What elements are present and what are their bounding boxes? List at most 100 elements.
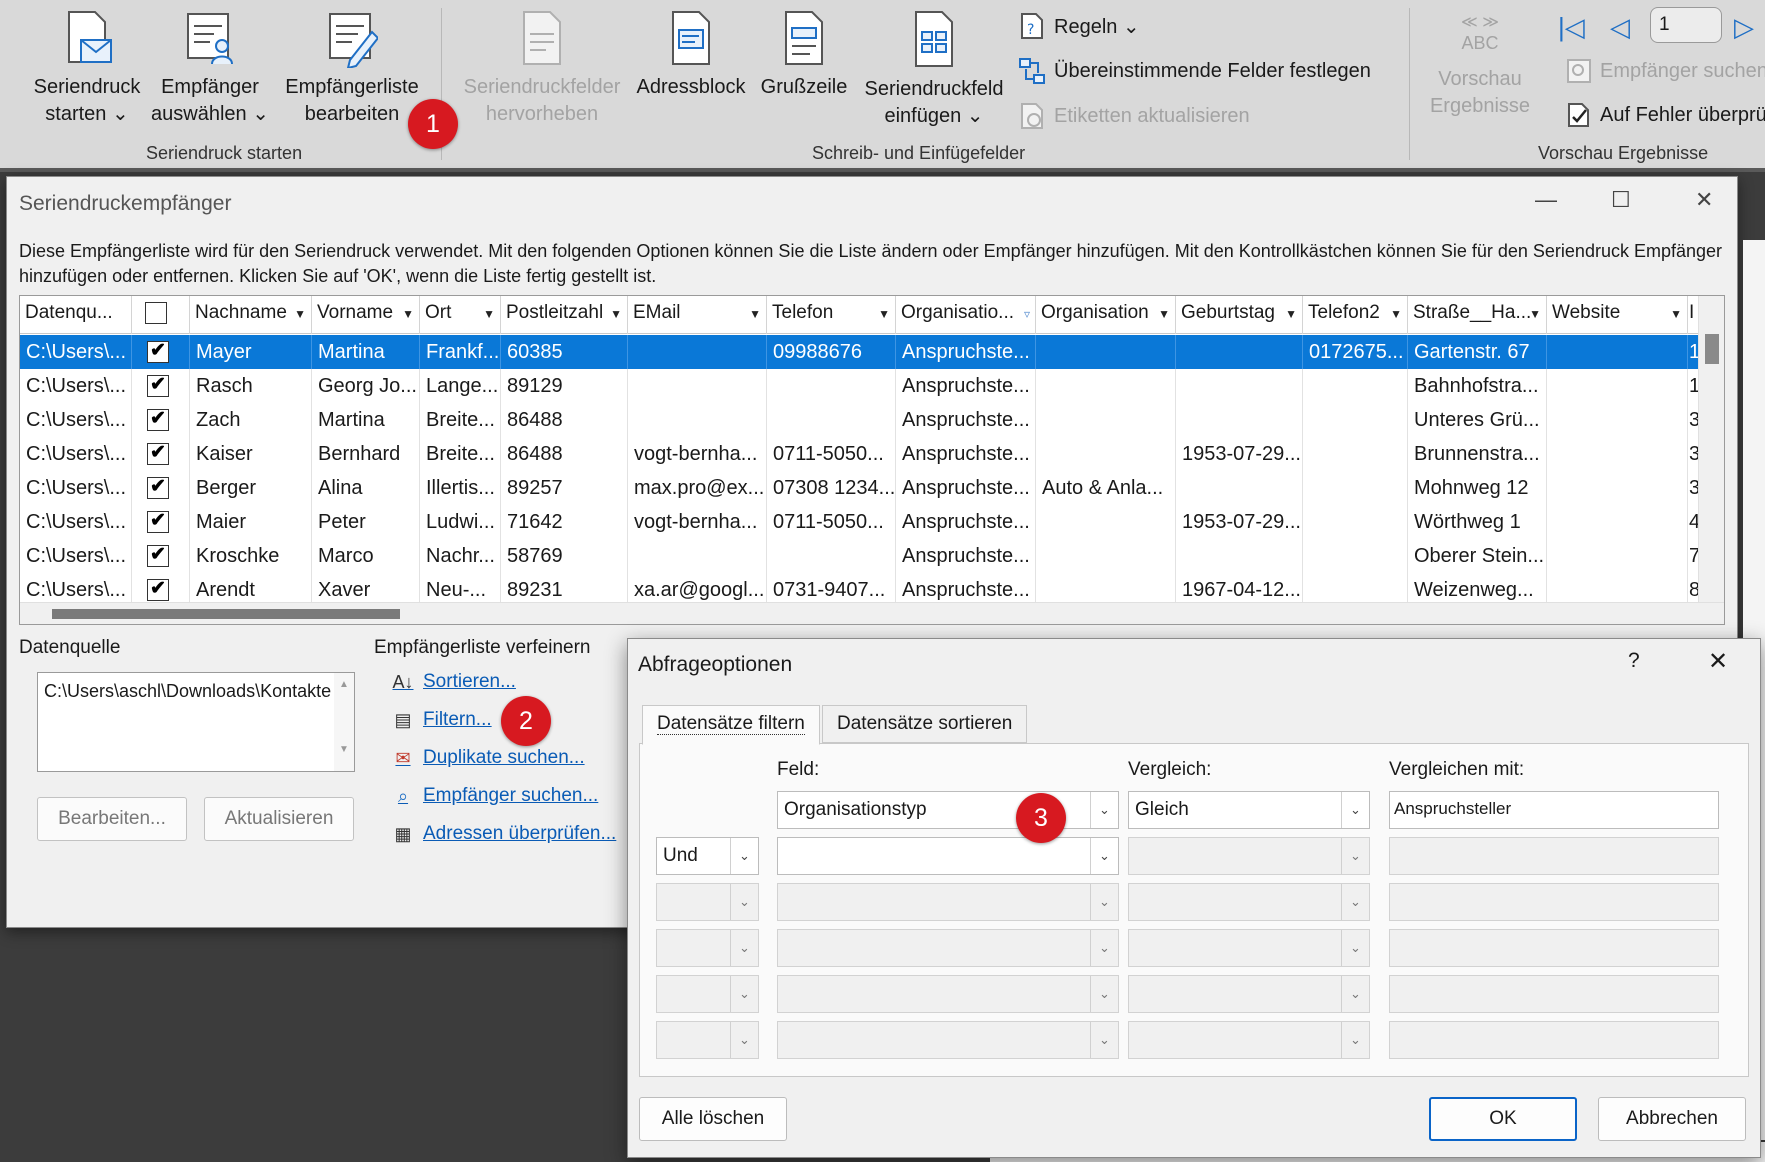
conjunction-select-4[interactable]: ⌄ [656,929,759,967]
check-errors-button[interactable]: Auf Fehler überprü [1566,102,1765,128]
chevron-down-icon[interactable]: ⌄ [1341,1022,1369,1058]
table-row[interactable]: C:\Users\... ✔ Rasch Georg Jo... Lange..… [20,369,1700,403]
edit-recipient-list-button[interactable]: Empfängerliste bearbeiten [276,10,428,128]
cancel-button[interactable]: Abbrechen [1598,1097,1746,1141]
preview-results-button[interactable]: ≪ ≫ ABC Vorschau Ergebnisse [1420,14,1540,120]
compare-select-1[interactable]: Gleich ⌄ [1128,791,1370,829]
ok-button[interactable]: OK [1429,1097,1577,1141]
col-header-vorname[interactable]: Vorname ▼ [312,296,420,334]
conjunction-select-3[interactable]: ⌄ [656,883,759,921]
col-header-email[interactable]: EMail ▼ [628,296,767,334]
query-help-button[interactable]: ? [1628,649,1640,673]
recipient-grid[interactable]: Datenqu... Nachname ▼ Vorname ▼ Ort ▼ Postl… [19,295,1725,625]
compare-select-2[interactable]: ⌄ [1128,837,1370,875]
chevron-down-icon[interactable]: ⌄ [1090,976,1118,1012]
chevron-down-icon[interactable]: ⌄ [730,838,758,874]
row-checkbox[interactable]: ✔ [147,443,169,465]
field-select-6[interactable]: ⌄ [777,1021,1119,1059]
chevron-down-icon[interactable]: ▼ [294,297,306,331]
table-row[interactable]: C:\Users\... ✔ Berger Alina Illertis... … [20,471,1700,505]
compare-select-6[interactable]: ⌄ [1128,1021,1370,1059]
row-checkbox[interactable]: ✔ [147,341,169,363]
refresh-button[interactable]: Aktualisieren [204,797,354,841]
compare-with-input-6[interactable] [1389,1021,1719,1059]
datasource-item[interactable]: C:\Users\aschl\Downloads\Kontakte [44,681,331,701]
greeting-line-button[interactable]: Grußzeile [756,10,852,101]
compare-select-4[interactable]: ⌄ [1128,929,1370,967]
chevron-down-icon[interactable]: ⌄ [730,1022,758,1058]
rules-button[interactable]: ? Regeln ⌄ [1018,12,1140,40]
grid-vertical-scroll-thumb[interactable] [1705,334,1719,364]
record-number-input[interactable]: 1 [1650,7,1722,43]
chevron-down-icon[interactable]: ▼ [1529,297,1541,331]
table-row[interactable]: C:\Users\... ✔ Kroschke Marco Nachr... 5… [20,539,1700,573]
row-checkbox[interactable]: ✔ [147,579,169,601]
col-header-website[interactable]: Website ▼ [1547,296,1688,334]
row-checkbox[interactable]: ✔ [147,511,169,533]
grid-horizontal-scroll-thumb[interactable] [52,609,400,619]
col-header-organisation[interactable]: Organisation ▼ [1036,296,1176,334]
match-fields-button[interactable]: Übereinstimmende Felder festlegen [1018,57,1371,85]
chevron-down-icon[interactable]: ⌄ [730,884,758,920]
chevron-down-icon[interactable]: ▼ [610,297,622,331]
field-select-5[interactable]: ⌄ [777,975,1119,1013]
table-row[interactable]: C:\Users\... ✔ Kaiser Bernhard Breite...… [20,437,1700,471]
row-checkbox[interactable]: ✔ [147,375,169,397]
field-select-1[interactable]: Organisationstyp ⌄ [777,791,1119,829]
table-row[interactable]: C:\Users\... ✔ Mayer Martina Frankf... 6… [20,335,1700,369]
chevron-down-icon[interactable]: ▼ [749,297,761,331]
start-mail-merge-button[interactable]: Seriendruck starten ⌄ [28,10,146,128]
find-recipient-link[interactable]: ⌕ Empfänger suchen... [389,785,598,807]
col-header-orgtyp[interactable]: Organisatio... ▿ [896,296,1036,334]
row-checkbox[interactable]: ✔ [147,477,169,499]
col-header-source[interactable]: Datenqu... [20,296,132,334]
next-record-icon[interactable]: ▷ [1734,12,1754,43]
find-recipient-button[interactable]: Empfänger suchen [1566,58,1765,84]
datasource-list[interactable]: C:\Users\aschl\Downloads\Kontakte ▲ ▼ [37,672,355,772]
query-close-button[interactable]: ✕ [1708,647,1728,676]
chevron-down-icon[interactable]: ⌄ [1090,1022,1118,1058]
edit-button[interactable]: Bearbeiten... [37,797,187,841]
select-all-checkbox[interactable] [145,302,167,324]
chevron-down-icon[interactable]: ▼ [1158,297,1170,331]
highlight-merge-fields-button[interactable]: Seriendruckfelder hervorheben [458,10,626,128]
first-record-icon[interactable]: |◁ [1558,12,1585,43]
table-row[interactable]: C:\Users\... ✔ Zach Martina Breite... 86… [20,403,1700,437]
col-header-plz[interactable]: Postleitzahl ▼ [501,296,628,334]
field-select-4[interactable]: ⌄ [777,929,1119,967]
compare-with-input-5[interactable] [1389,975,1719,1013]
tab-filter-records[interactable]: Datensätze filtern [642,705,820,745]
compare-select-3[interactable]: ⌄ [1128,883,1370,921]
dialog-close-button[interactable]: ✕ [1695,187,1713,213]
col-header-telefon[interactable]: Telefon ▼ [767,296,896,334]
col-header-strasse[interactable]: Straße__Ha... ▼ [1408,296,1547,334]
clear-all-button[interactable]: Alle löschen [639,1097,787,1141]
chevron-down-icon[interactable]: ⌄ [730,930,758,966]
dialog-maximize-button[interactable]: ☐ [1611,187,1631,213]
chevron-down-icon[interactable]: ⌄ [1090,838,1118,874]
conjunction-select-5[interactable]: ⌄ [656,975,759,1013]
chevron-down-icon[interactable]: ▼ [878,297,890,331]
row-checkbox[interactable]: ✔ [147,409,169,431]
col-header-ort[interactable]: Ort ▼ [420,296,501,334]
chevron-down-icon[interactable]: ▼ [402,297,414,331]
validate-addresses-link[interactable]: ▦ Adressen überprüfen... [389,823,616,845]
chevron-down-icon[interactable]: ⌄ [1341,838,1369,874]
grid-vertical-scrollbar[interactable] [1698,296,1724,603]
conjunction-select-6[interactable]: ⌄ [656,1021,759,1059]
chevron-down-icon[interactable]: ▼ [483,297,495,331]
chevron-down-icon[interactable]: ▼ [1670,297,1682,331]
insert-merge-field-button[interactable]: Seriendruckfeld einfügen ⌄ [856,10,1012,130]
find-duplicates-link[interactable]: ✉ Duplikate suchen... [389,747,584,769]
field-select-2[interactable]: ⌄ [777,837,1119,875]
address-block-button[interactable]: Adressblock [632,10,750,101]
chevron-down-icon[interactable]: ⌄ [1341,884,1369,920]
compare-select-5[interactable]: ⌄ [1128,975,1370,1013]
compare-with-input-3[interactable] [1389,883,1719,921]
chevron-down-icon[interactable]: ▼ [1390,297,1402,331]
chevron-down-icon[interactable]: ⌄ [1341,792,1369,828]
chevron-down-icon[interactable]: ⌄ [1341,930,1369,966]
field-select-3[interactable]: ⌄ [777,883,1119,921]
sort-link[interactable]: A↓ Sortieren... [389,671,515,693]
chevron-down-icon[interactable]: ⌄ [730,976,758,1012]
